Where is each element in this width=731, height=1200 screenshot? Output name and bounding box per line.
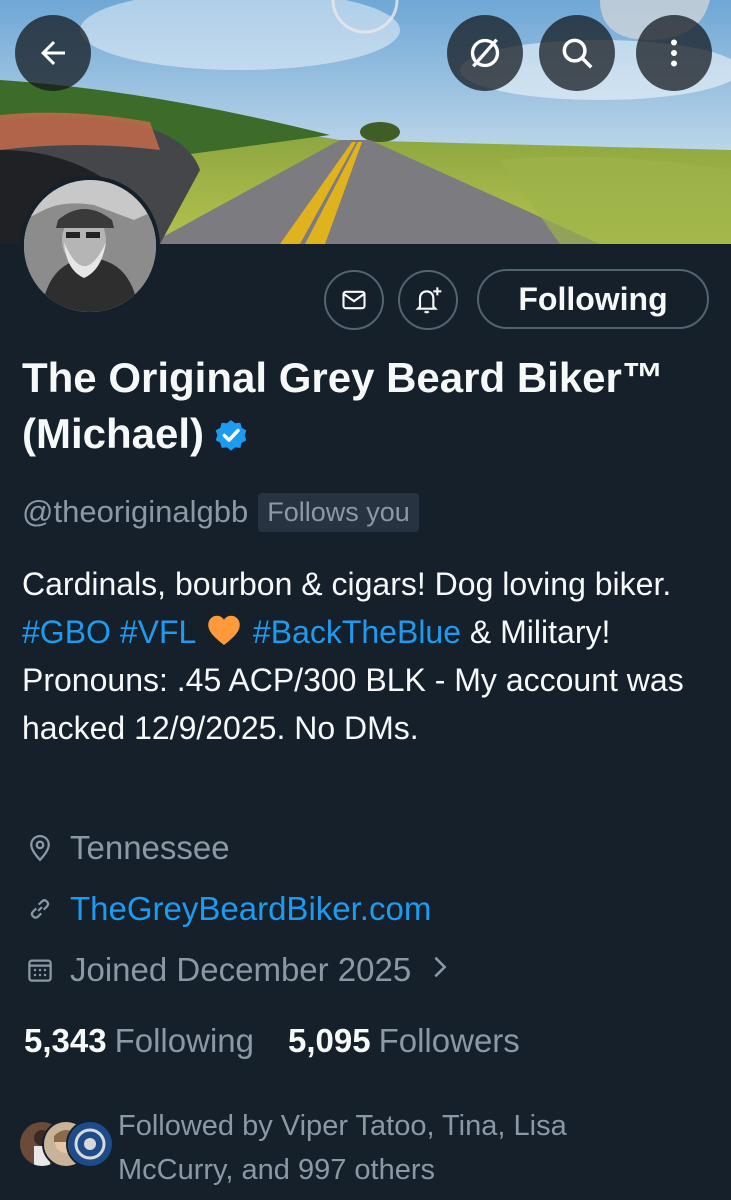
website-link[interactable]: TheGreyBeardBiker.com <box>70 890 431 928</box>
search-icon <box>562 38 593 69</box>
followed-by-text: Followed by Viper Tatoo, Tina, Lisa McCu… <box>118 1110 567 1186</box>
followers-count[interactable]: 5,095 <box>288 1022 371 1060</box>
website-row: TheGreyBeardBiker.com <box>24 887 431 931</box>
profile-avatar[interactable] <box>20 176 160 316</box>
following-label[interactable]: Following <box>115 1022 254 1060</box>
handle-row: @theoriginalgbb Follows you <box>22 490 419 534</box>
hashtag-gbo[interactable]: #GBO <box>22 614 111 650</box>
message-button[interactable] <box>324 270 384 330</box>
verified-badge-icon[interactable] <box>212 416 250 454</box>
orange-heart-emoji <box>208 615 240 645</box>
calendar-icon <box>24 954 56 986</box>
slash-circle-icon <box>470 38 500 68</box>
arrow-left-icon <box>41 41 65 65</box>
more-vertical-icon <box>671 39 677 67</box>
followers-label[interactable]: Followers <box>379 1022 520 1060</box>
back-button[interactable] <box>15 15 91 91</box>
followed-by-row[interactable]: Followed by Viper Tatoo, Tina, Lisa McCu… <box>18 1104 718 1194</box>
notifications-button[interactable] <box>398 270 458 330</box>
follows-you-badge: Follows you <box>258 492 419 532</box>
follow-stats: 5,343 Following 5,095 Followers <box>24 1018 520 1064</box>
location-text: Tennessee <box>70 829 230 866</box>
display-name-text: The Original Grey Beard Biker™ (Michael) <box>22 354 664 457</box>
bell-plus-icon <box>415 287 442 314</box>
following-button[interactable]: Following <box>477 269 709 329</box>
bio-text: Cardinals, bourbon & cigars! Dog loving … <box>22 566 672 602</box>
bio-text <box>244 614 253 650</box>
location-row: Tennessee <box>24 826 230 870</box>
location-pin-icon <box>24 832 56 864</box>
joined-text: Joined December 2025 <box>70 951 412 988</box>
more-options-button[interactable] <box>636 15 712 91</box>
search-button[interactable] <box>539 15 615 91</box>
hashtag-backtheblue[interactable]: #BackTheBlue <box>253 614 461 650</box>
avatar-photo <box>24 180 156 312</box>
chevron-right-icon <box>429 951 451 989</box>
mutual-avatar <box>66 1120 114 1168</box>
following-count[interactable]: 5,343 <box>24 1022 107 1060</box>
display-name: The Original Grey Beard Biker™ (Michael) <box>22 350 712 462</box>
hide-button[interactable] <box>447 15 523 91</box>
joined-row[interactable]: Joined December 2025 <box>24 948 451 992</box>
bio-text <box>111 614 120 650</box>
hashtag-vfl[interactable]: #VFL <box>120 614 195 650</box>
handle: @theoriginalgbb <box>22 494 249 529</box>
mutual-avatars <box>18 1120 114 1172</box>
link-icon <box>24 893 56 925</box>
bio: Cardinals, bourbon & cigars! Dog loving … <box>22 560 712 752</box>
envelope-icon <box>342 290 366 310</box>
